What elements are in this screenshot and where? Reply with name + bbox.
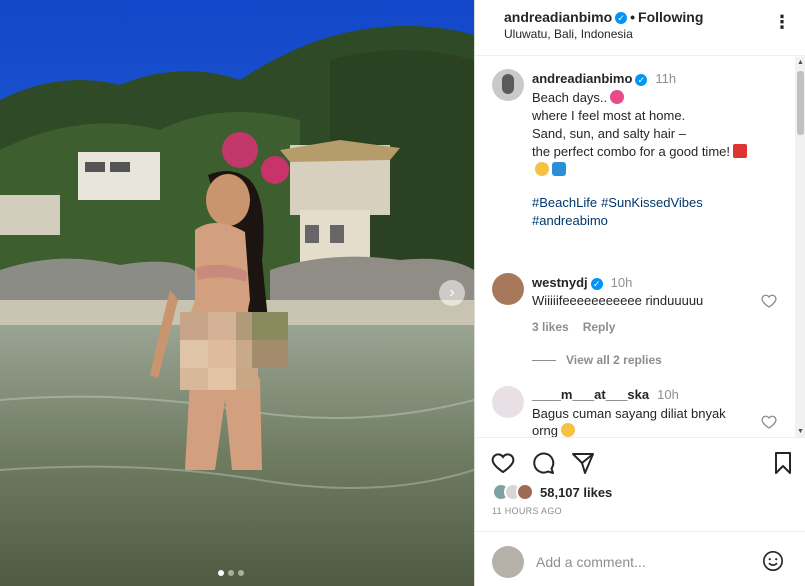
bikini-emoji-icon bbox=[610, 90, 625, 104]
view-replies-label: View all 2 replies bbox=[566, 353, 662, 367]
caption-header: andreadianbimo ✓ 11h bbox=[532, 71, 676, 86]
comments-scrollbar[interactable]: ▲ ▼ bbox=[795, 57, 805, 437]
emoji-smiley-icon[interactable] bbox=[762, 550, 784, 572]
caption-line: Beach days.. bbox=[532, 90, 608, 105]
caption-time[interactable]: 11h bbox=[655, 71, 676, 86]
carousel-dot bbox=[218, 570, 224, 576]
avatar[interactable] bbox=[492, 273, 524, 305]
scroll-down-icon[interactable]: ▼ bbox=[797, 428, 804, 435]
avatar bbox=[492, 546, 524, 578]
comment-like-heart-icon[interactable] bbox=[761, 293, 777, 309]
hashtag-link[interactable]: #andreabimo bbox=[532, 213, 608, 228]
verified-badge-icon: ✓ bbox=[615, 12, 628, 25]
avatar[interactable] bbox=[492, 69, 524, 101]
sad-face-emoji-icon bbox=[561, 423, 576, 437]
caption-username[interactable]: andreadianbimo bbox=[532, 71, 632, 86]
comment-meta: 3 likes Reply bbox=[532, 320, 629, 334]
carousel-dot bbox=[238, 570, 244, 576]
caption-line: the perfect combo for a good time! bbox=[532, 144, 730, 159]
header-username[interactable]: andreadianbimo bbox=[504, 9, 612, 25]
caption-text: Beach days.. where I feel most at home. … bbox=[532, 89, 782, 179]
hashtag-link[interactable]: #SunKissedVibes bbox=[601, 195, 703, 210]
beach-photo-image bbox=[0, 0, 474, 586]
hashtag-link[interactable]: #BeachLife bbox=[532, 195, 597, 210]
scrollbar-thumb[interactable] bbox=[797, 71, 804, 135]
avatar[interactable] bbox=[516, 483, 534, 501]
header-separator: • bbox=[630, 9, 636, 25]
carousel-next-button[interactable]: › bbox=[439, 280, 465, 306]
post-location[interactable]: Uluwatu, Bali, Indonesia bbox=[504, 27, 633, 41]
chevron-right-icon: › bbox=[449, 284, 455, 301]
more-options-icon[interactable]: ⋮ bbox=[773, 12, 792, 33]
caption-line: where I feel most at home. bbox=[532, 108, 686, 123]
likes-row: 58,107 likes bbox=[492, 483, 612, 501]
reply-button[interactable]: Reply bbox=[583, 320, 616, 334]
comment-header: westnydj ✓ 10h bbox=[532, 275, 632, 290]
post-header: andreadianbimo ✓ • Following Uluwatu, Bali,… bbox=[475, 0, 805, 56]
view-replies-button[interactable]: View all 2 replies bbox=[532, 353, 662, 367]
comment-username[interactable]: westnydj bbox=[532, 275, 588, 290]
comment-header: ____m___at___ska 10h bbox=[532, 387, 679, 402]
post-side-panel: andreadianbimo ✓ • Following Uluwatu, Bali,… bbox=[474, 0, 805, 586]
caption-hashtags: #BeachLife #SunKissedVibes #andreabimo bbox=[532, 194, 782, 230]
verified-badge-icon: ✓ bbox=[635, 73, 648, 86]
comment-likes-link[interactable]: 3 likes bbox=[532, 320, 569, 334]
replies-divider bbox=[532, 359, 556, 361]
sun-face-emoji-icon bbox=[535, 162, 549, 176]
verified-badge-icon: ✓ bbox=[590, 277, 603, 290]
comment-time[interactable]: 10h bbox=[657, 387, 679, 402]
wave-emoji-icon bbox=[552, 162, 566, 176]
post-actions bbox=[475, 437, 805, 477]
like-heart-icon[interactable] bbox=[491, 451, 515, 475]
likes-count[interactable]: 58,107 likes bbox=[540, 485, 612, 500]
add-comment-input[interactable]: Add a comment... bbox=[536, 554, 646, 570]
comment-text: Bagus cuman sayang diliat bnyak orng bbox=[532, 405, 752, 437]
following-button[interactable]: Following bbox=[638, 9, 703, 25]
comment-like-heart-icon[interactable] bbox=[761, 414, 777, 430]
comment-time[interactable]: 10h bbox=[611, 275, 633, 290]
add-comment-bar: Add a comment... bbox=[475, 531, 805, 586]
save-bookmark-icon[interactable] bbox=[771, 451, 795, 475]
header-username-row: andreadianbimo ✓ • Following bbox=[504, 9, 703, 25]
comment-bubble-icon[interactable] bbox=[531, 451, 555, 475]
share-send-icon[interactable] bbox=[571, 451, 595, 475]
carousel-dot bbox=[228, 570, 234, 576]
beach-umbrella-emoji-icon bbox=[733, 144, 747, 158]
posted-ago[interactable]: 11 HOURS AGO bbox=[492, 506, 562, 516]
comments-list[interactable]: andreadianbimo ✓ 11h Beach days.. where I … bbox=[475, 57, 793, 437]
caption-line: Sand, sun, and salty hair – bbox=[532, 126, 686, 141]
comment-text: Wiiiiifeeeeeeeeeee rinduuuuu bbox=[532, 293, 704, 308]
avatar[interactable] bbox=[492, 386, 524, 418]
carousel-dots bbox=[218, 570, 244, 576]
post-photo[interactable]: › bbox=[0, 0, 474, 586]
comment-username[interactable]: ____m___at___ska bbox=[532, 387, 649, 402]
scroll-up-icon[interactable]: ▲ bbox=[797, 59, 804, 66]
